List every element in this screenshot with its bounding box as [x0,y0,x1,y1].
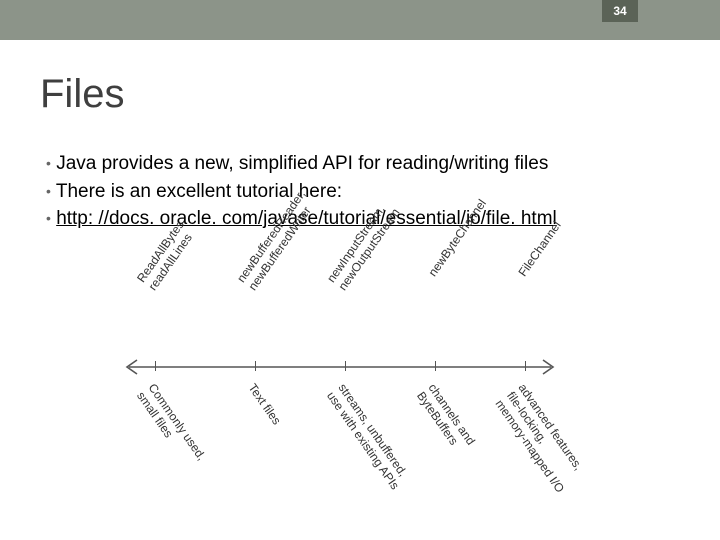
bullet-dot: • [46,183,51,199]
axis-bottom-label: advanced features,file-locking,memory-ma… [493,381,596,503]
bullet-text: Java provides a new, simplified API for … [56,153,548,174]
complexity-axis-diagram: ReadAllBytesreadAllLines newBufferedRead… [125,275,555,455]
page-title: Files [40,72,124,117]
page-number: 34 [602,0,638,22]
axis-bottom-label: channels andByteBuffers [414,381,506,495]
axis-bottom-label: streams, unbuffered,use with existing AP… [324,381,416,495]
tick-mark [525,361,526,371]
tick-mark [155,361,156,371]
tick-mark [255,361,256,371]
axis-bottom-label: Commonly used,small files [134,381,226,495]
tick-mark [435,361,436,371]
axis-bottom-label: Text files [246,381,326,487]
list-item: • Java provides a new, simplified API fo… [46,150,557,178]
bullet-dot: • [46,155,51,171]
tick-mark [345,361,346,371]
axis-arrow [125,355,555,379]
bullet-dot: • [46,210,51,226]
